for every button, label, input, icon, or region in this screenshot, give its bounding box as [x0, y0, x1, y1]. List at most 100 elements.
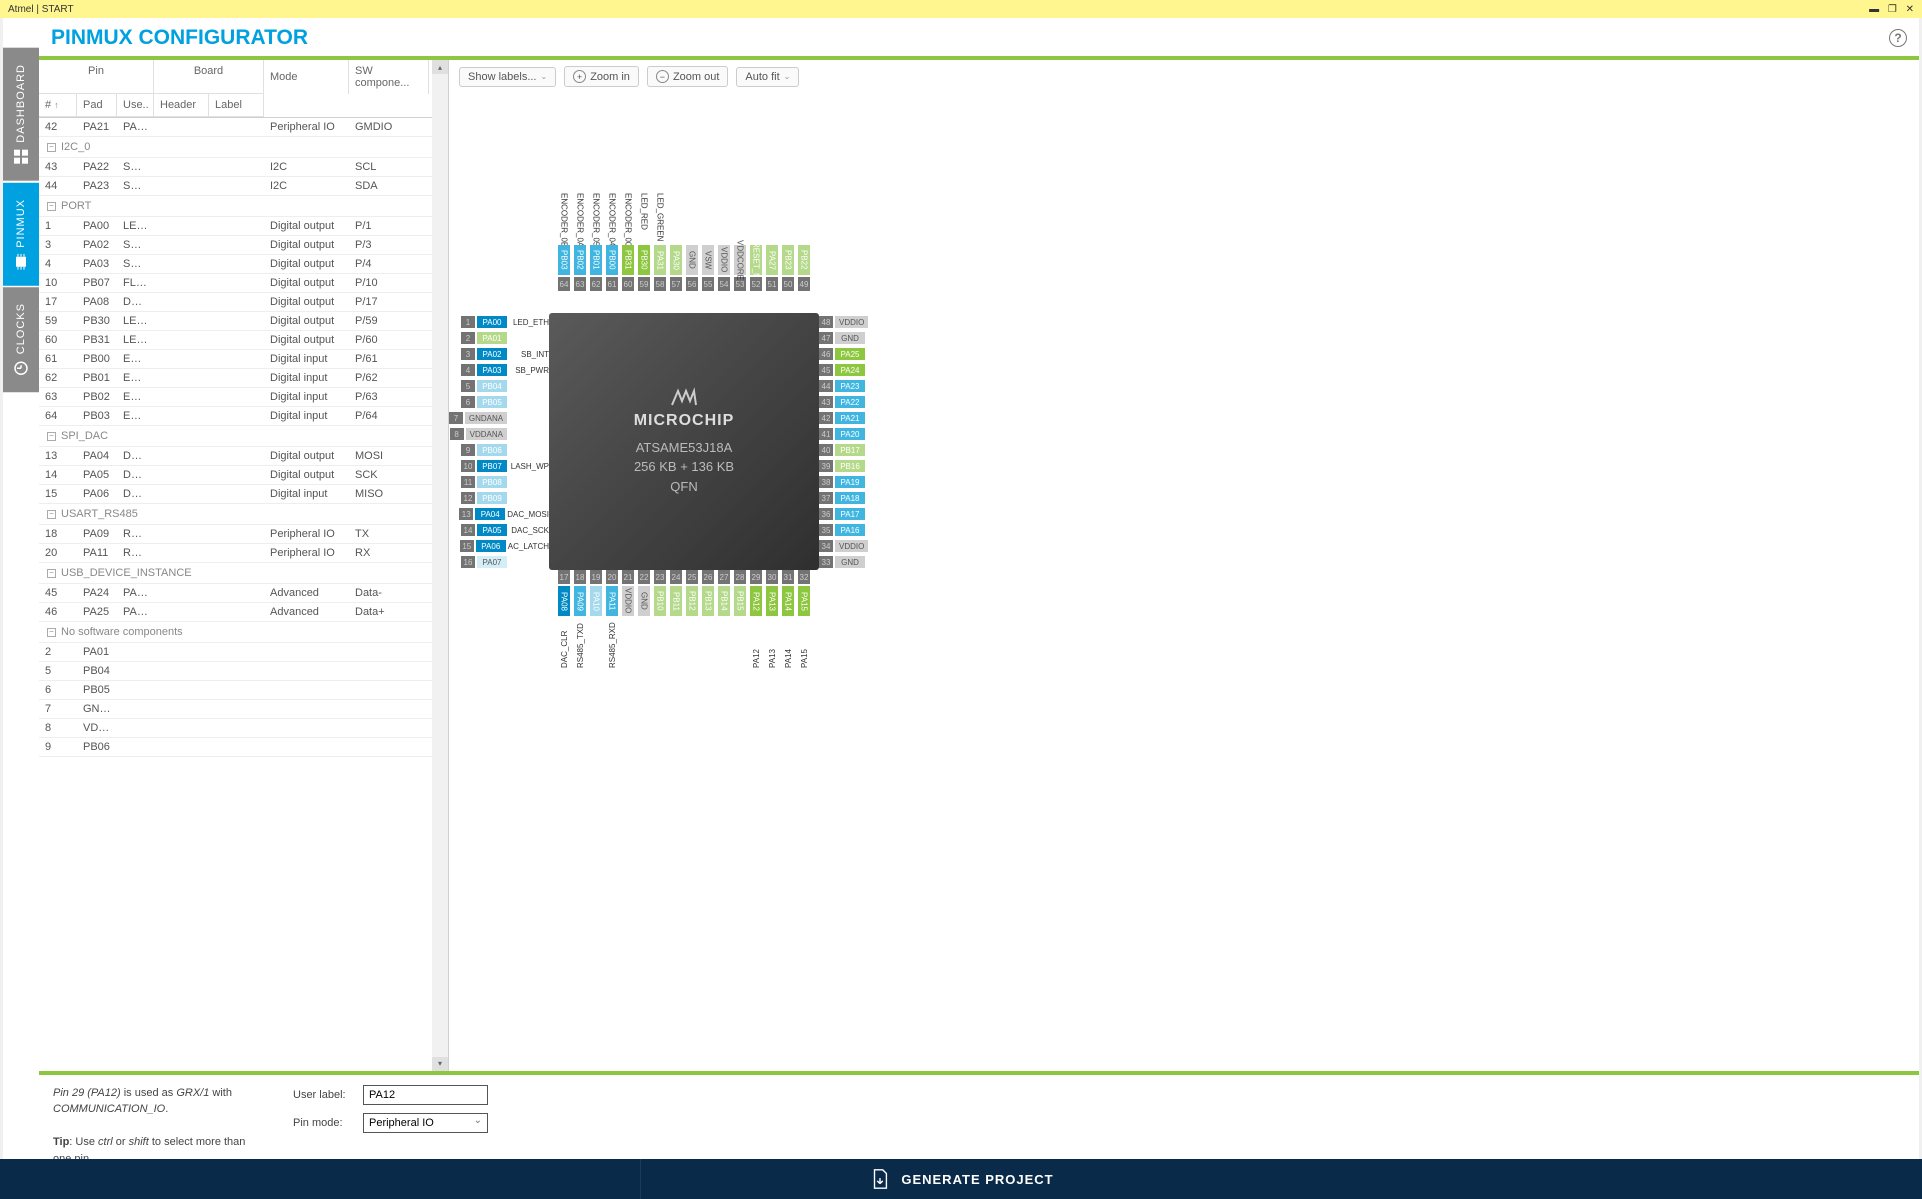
table-row[interactable]: 17PA08DAC...Digital outputP/17 [39, 293, 448, 312]
chip-pin[interactable]: 18PA09RS485_TXD [572, 570, 588, 668]
sidebar-tab-pinmux[interactable]: PINMUX [3, 183, 39, 286]
chip-pin[interactable]: 27PB14 [716, 570, 732, 668]
th-label[interactable]: Label [209, 94, 264, 117]
chip-pin[interactable]: 43PA22 [819, 394, 910, 410]
table-row[interactable]: 63PB02ENC...Digital inputP/63 [39, 388, 448, 407]
close-icon[interactable]: ✕ [1906, 4, 1914, 15]
table-row[interactable]: 6PB05 [39, 681, 448, 700]
chip-pin[interactable]: VDDCORE53 [732, 193, 748, 291]
chip-pin[interactable]: PA0716 [449, 554, 549, 570]
th-pin-group[interactable]: Pin [39, 60, 154, 94]
chip-pin[interactable]: ENCODER_0BPB0364 [556, 193, 572, 291]
chip-pin[interactable]: PB045 [449, 378, 549, 394]
th-board-group[interactable]: Board [154, 60, 264, 94]
chip-pin[interactable]: 34VDDIO [819, 538, 910, 554]
chip-pin[interactable]: ENCODER_04PB0061 [604, 193, 620, 291]
chip-pin[interactable]: 19PA10 [588, 570, 604, 668]
generate-project-button[interactable]: GENERATE PROJECT [641, 1159, 1281, 1199]
table-scrollbar[interactable]: ▴ ▾ [432, 60, 448, 1071]
th-mode[interactable]: Mode [264, 60, 349, 94]
chip-pin[interactable]: PB069 [449, 442, 549, 458]
chip-pin[interactable]: 35PA16 [819, 522, 910, 538]
sidebar-tab-clocks[interactable]: CLOCKS [3, 287, 39, 392]
chip-pin[interactable]: 24PB11 [668, 570, 684, 668]
chip-pin[interactable]: 46PA25 [819, 346, 910, 362]
table-group[interactable]: −No software components [39, 622, 448, 643]
chip-pin[interactable]: VDDANA8 [449, 426, 549, 442]
table-row[interactable]: 15PA06DAC...Digital inputMISO [39, 485, 448, 504]
table-row[interactable]: 5PB04 [39, 662, 448, 681]
chip-pin[interactable]: LED_REDPB3059 [636, 193, 652, 291]
table-row[interactable]: 61PB00ENC...Digital inputP/61 [39, 350, 448, 369]
chip-pin[interactable]: 29PA12PA12 [748, 570, 764, 668]
table-row[interactable]: 3PA02SB_I...Digital outputP/3 [39, 236, 448, 255]
chip-pin[interactable]: 21VDDIO [620, 570, 636, 668]
chip-pin[interactable]: LED_GREENPA3158 [652, 193, 668, 291]
chip-pin[interactable]: PA012 [449, 330, 549, 346]
chip-pin[interactable]: VDDIO54 [716, 193, 732, 291]
chip-pin[interactable]: 17PA08DAC_CLR [556, 570, 572, 668]
table-group[interactable]: −I2C_0 [39, 137, 448, 158]
chip-pin[interactable]: LED_ETHPA001 [449, 314, 549, 330]
restore-icon[interactable]: ❐ [1888, 4, 1897, 15]
chip-pin[interactable]: LASH_WPPB0710 [449, 458, 549, 474]
table-row[interactable]: 46PA25PA25AdvancedData+ [39, 603, 448, 622]
chip-pin[interactable]: GNDANA7 [449, 410, 549, 426]
th-pad[interactable]: Pad [77, 94, 117, 117]
table-row[interactable]: 7GNDA... [39, 700, 448, 719]
user-label-input[interactable] [363, 1085, 488, 1105]
table-row[interactable]: 2PA01 [39, 643, 448, 662]
table-group[interactable]: −PORT [39, 196, 448, 217]
table-row[interactable]: 13PA04DAC...Digital outputMOSI [39, 447, 448, 466]
table-row[interactable]: 59PB30LED...Digital outputP/59 [39, 312, 448, 331]
chip-pin[interactable]: PB2350 [780, 193, 796, 291]
sidebar-tab-dashboard[interactable]: DASHBOARD [3, 48, 39, 181]
chip-pin[interactable]: 38PA19 [819, 474, 910, 490]
table-row[interactable]: 18PA09RS4...Peripheral IOTX [39, 525, 448, 544]
table-row[interactable]: 20PA11RS4...Peripheral IORX [39, 544, 448, 563]
table-group[interactable]: −USB_DEVICE_INSTANCE [39, 563, 448, 584]
chip-pin[interactable]: VSW55 [700, 193, 716, 291]
auto-fit-button[interactable]: Auto fit⌄ [736, 67, 799, 87]
chip-pin[interactable]: PB2249 [796, 193, 812, 291]
table-row[interactable]: 43PA22SB_S...I2CSCL [39, 158, 448, 177]
table-row[interactable]: 10PB07FLA...Digital outputP/10 [39, 274, 448, 293]
chip-pin[interactable]: 40PB17 [819, 442, 910, 458]
scroll-down-icon[interactable]: ▾ [432, 1057, 448, 1071]
table-row[interactable]: 9PB06 [39, 738, 448, 757]
chip-pin[interactable]: SB_INTPA023 [449, 346, 549, 362]
chip-pin[interactable]: ENCODER_0APB0263 [572, 193, 588, 291]
chip-canvas[interactable]: MICROCHIP ATSAME53J18A 256 KB + 136 KB Q… [449, 93, 1919, 1071]
chip-pin[interactable]: DAC_SCKPA0514 [449, 522, 549, 538]
chip-pin[interactable]: 22GND [636, 570, 652, 668]
chip-pin[interactable]: 44PA23 [819, 378, 910, 394]
chip-pin[interactable]: DAC_MOSIPA0413 [449, 506, 549, 522]
chip-pin[interactable]: PA2751 [764, 193, 780, 291]
minimize-icon[interactable]: ▬ [1869, 4, 1879, 15]
chip-pin[interactable]: 26PB13 [700, 570, 716, 668]
chip-pin[interactable]: 41PA20 [819, 426, 910, 442]
table-row[interactable]: 4PA03SB_...Digital outputP/4 [39, 255, 448, 274]
chip-pin[interactable]: GND56 [684, 193, 700, 291]
chip-pin[interactable]: 39PB16 [819, 458, 910, 474]
chip-pin[interactable]: 48VDDIO [819, 314, 910, 330]
chip-pin[interactable]: 45PA24 [819, 362, 910, 378]
zoom-in-button[interactable]: +Zoom in [564, 66, 639, 87]
chip-pin[interactable]: SB_PWRPA034 [449, 362, 549, 378]
zoom-out-button[interactable]: −Zoom out [647, 66, 728, 87]
pin-mode-select[interactable] [363, 1113, 488, 1133]
chip-pin[interactable]: 20PA11RS485_RXD [604, 570, 620, 668]
table-row[interactable]: 62PB01ENC...Digital inputP/62 [39, 369, 448, 388]
chip-pin[interactable]: 37PA18 [819, 490, 910, 506]
chip-pin[interactable]: 47GND [819, 330, 910, 346]
chip-pin[interactable]: 42PA21 [819, 410, 910, 426]
table-row[interactable]: 14PA05DAC...Digital outputSCK [39, 466, 448, 485]
table-row[interactable]: 1PA00LED...Digital outputP/1 [39, 217, 448, 236]
th-use[interactable]: Use.. [117, 94, 154, 117]
chip-pin[interactable]: 28PB15 [732, 570, 748, 668]
scroll-up-icon[interactable]: ▴ [432, 60, 448, 74]
chip-pin[interactable]: 23PB10 [652, 570, 668, 668]
chip-pin[interactable]: 32PA15PA15 [796, 570, 812, 668]
th-sw[interactable]: SW compone... [349, 60, 429, 94]
chip-pin[interactable]: PA3057 [668, 193, 684, 291]
